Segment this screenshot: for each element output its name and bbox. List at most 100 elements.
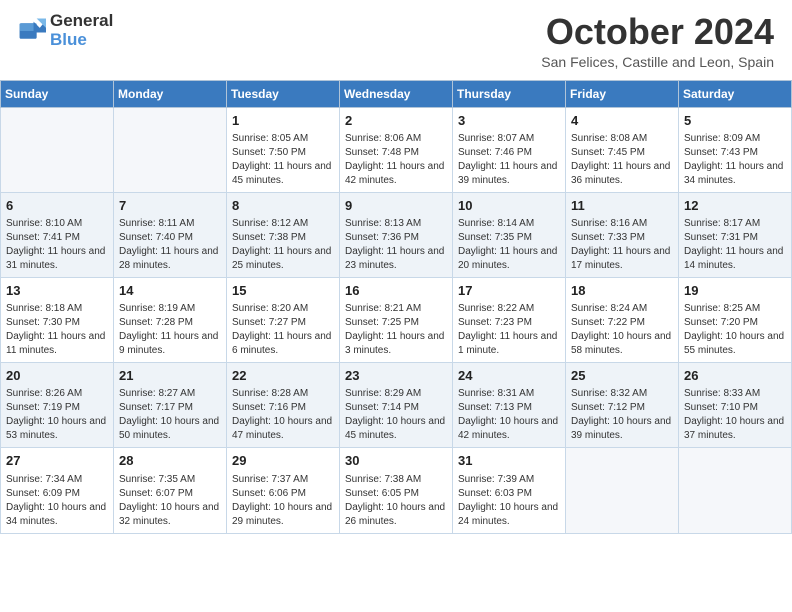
day-info: Sunrise: 8:19 AM Sunset: 7:28 PM Dayligh… <box>119 302 221 358</box>
calendar-cell: 30Sunrise: 7:38 AM Sunset: 6:05 PM Dayli… <box>340 448 453 533</box>
calendar-cell: 27 Sunrise: 7:34 AM Sunset: 6:09 PM Dayli… <box>1 448 114 533</box>
day-number: 17 <box>458 282 560 300</box>
day-info: Sunrise: 8:14 AM Sunset: 7:35 PM Dayligh… <box>458 217 560 273</box>
calendar-cell <box>679 448 792 533</box>
calendar-cell: 2 Sunrise: 8:06 AM Sunset: 7:48 PM Daylig… <box>340 107 453 192</box>
calendar-week-row: 20 Sunrise: 8:26 AM Sunset: 7:19 PM Dayli… <box>1 363 792 448</box>
weekday-header: Wednesday <box>340 80 453 107</box>
day-number: 16 <box>345 282 447 300</box>
day-info: Sunrise: 8:20 AM Sunset: 7:27 PM Dayligh… <box>232 302 334 358</box>
weekday-header: Tuesday <box>227 80 340 107</box>
day-info: Sunrise: 8:16 AM Sunset: 7:33 PM Dayligh… <box>571 217 673 273</box>
day-info: Sunrise: 7:39 AM Sunset: 6:03 PM Dayligh… <box>458 473 560 529</box>
day-info: Sunrise: 8:18 AM Sunset: 7:30 PM Dayligh… <box>6 302 108 358</box>
day-info: Sunrise: 8:24 AM Sunset: 7:22 PM Dayligh… <box>571 302 673 358</box>
title-block: October 2024 San Felices, Castille and L… <box>541 12 774 70</box>
day-info: Sunrise: 8:09 AM Sunset: 7:43 PM Dayligh… <box>684 132 786 188</box>
day-number: 29 <box>232 452 334 470</box>
logo-text: General Blue <box>50 12 113 49</box>
calendar-header-row: SundayMondayTuesdayWednesdayThursdayFrid… <box>1 80 792 107</box>
day-info: Sunrise: 8:22 AM Sunset: 7:23 PM Dayligh… <box>458 302 560 358</box>
calendar-cell <box>1 107 114 192</box>
calendar-cell: 16 Sunrise: 8:21 AM Sunset: 7:25 PM Dayli… <box>340 277 453 362</box>
day-info: Sunrise: 8:05 AM Sunset: 7:50 PM Dayligh… <box>232 132 334 188</box>
day-info: Sunrise: 8:28 AM Sunset: 7:16 PM Dayligh… <box>232 387 334 443</box>
day-info: Sunrise: 8:07 AM Sunset: 7:46 PM Dayligh… <box>458 132 560 188</box>
calendar-cell: 24 Sunrise: 8:31 AM Sunset: 7:13 PM Dayli… <box>453 363 566 448</box>
calendar-cell: 3 Sunrise: 8:07 AM Sunset: 7:46 PM Daylig… <box>453 107 566 192</box>
calendar-cell: 5 Sunrise: 8:09 AM Sunset: 7:43 PM Daylig… <box>679 107 792 192</box>
logo: General Blue <box>18 12 113 49</box>
day-number: 23 <box>345 367 447 385</box>
calendar-cell: 21Sunrise: 8:27 AM Sunset: 7:17 PM Dayli… <box>114 363 227 448</box>
day-info: Sunrise: 8:32 AM Sunset: 7:12 PM Dayligh… <box>571 387 673 443</box>
calendar-cell: 31 Sunrise: 7:39 AM Sunset: 6:03 PM Dayli… <box>453 448 566 533</box>
day-info: Sunrise: 8:13 AM Sunset: 7:36 PM Dayligh… <box>345 217 447 273</box>
day-info: Sunrise: 8:31 AM Sunset: 7:13 PM Dayligh… <box>458 387 560 443</box>
calendar-cell: 7Sunrise: 8:11 AM Sunset: 7:40 PM Daylig… <box>114 192 227 277</box>
calendar-cell: 15 Sunrise: 8:20 AM Sunset: 7:27 PM Dayli… <box>227 277 340 362</box>
calendar-week-row: 1Sunrise: 8:05 AM Sunset: 7:50 PM Daylig… <box>1 107 792 192</box>
weekday-header: Sunday <box>1 80 114 107</box>
day-number: 15 <box>232 282 334 300</box>
day-info: Sunrise: 7:38 AM Sunset: 6:05 PM Dayligh… <box>345 473 447 529</box>
calendar-cell <box>114 107 227 192</box>
calendar-cell: 12 Sunrise: 8:17 AM Sunset: 7:31 PM Dayli… <box>679 192 792 277</box>
day-number: 13 <box>6 282 108 300</box>
day-info: Sunrise: 8:06 AM Sunset: 7:48 PM Dayligh… <box>345 132 447 188</box>
day-number: 25 <box>571 367 673 385</box>
calendar-cell: 19Sunrise: 8:25 AM Sunset: 7:20 PM Dayli… <box>679 277 792 362</box>
weekday-header: Thursday <box>453 80 566 107</box>
day-info: Sunrise: 8:25 AM Sunset: 7:20 PM Dayligh… <box>684 302 786 358</box>
calendar-cell: 6 Sunrise: 8:10 AM Sunset: 7:41 PM Daylig… <box>1 192 114 277</box>
day-info: Sunrise: 8:33 AM Sunset: 7:10 PM Dayligh… <box>684 387 786 443</box>
calendar-cell: 20 Sunrise: 8:26 AM Sunset: 7:19 PM Dayli… <box>1 363 114 448</box>
day-number: 9 <box>345 197 447 215</box>
day-number: 20 <box>6 367 108 385</box>
day-number: 8 <box>232 197 334 215</box>
day-number: 12 <box>684 197 786 215</box>
page-header: General Blue October 2024 San Felices, C… <box>0 0 792 74</box>
calendar-cell: 10Sunrise: 8:14 AM Sunset: 7:35 PM Dayli… <box>453 192 566 277</box>
day-info: Sunrise: 8:08 AM Sunset: 7:45 PM Dayligh… <box>571 132 673 188</box>
calendar-cell: 8 Sunrise: 8:12 AM Sunset: 7:38 PM Daylig… <box>227 192 340 277</box>
calendar-cell: 18 Sunrise: 8:24 AM Sunset: 7:22 PM Dayli… <box>566 277 679 362</box>
logo-icon <box>18 17 46 45</box>
calendar-table: SundayMondayTuesdayWednesdayThursdayFrid… <box>0 80 792 534</box>
calendar-cell: 22 Sunrise: 8:28 AM Sunset: 7:16 PM Dayli… <box>227 363 340 448</box>
day-number: 24 <box>458 367 560 385</box>
calendar-cell: 13 Sunrise: 8:18 AM Sunset: 7:30 PM Dayli… <box>1 277 114 362</box>
weekday-header: Saturday <box>679 80 792 107</box>
location-subtitle: San Felices, Castille and Leon, Spain <box>541 54 774 70</box>
calendar-cell: 26 Sunrise: 8:33 AM Sunset: 7:10 PM Dayli… <box>679 363 792 448</box>
day-number: 6 <box>6 197 108 215</box>
day-info: Sunrise: 8:26 AM Sunset: 7:19 PM Dayligh… <box>6 387 108 443</box>
day-info: Sunrise: 8:29 AM Sunset: 7:14 PM Dayligh… <box>345 387 447 443</box>
calendar-cell: 29 Sunrise: 7:37 AM Sunset: 6:06 PM Dayli… <box>227 448 340 533</box>
day-info: Sunrise: 7:37 AM Sunset: 6:06 PM Dayligh… <box>232 473 334 529</box>
calendar-cell: 9 Sunrise: 8:13 AM Sunset: 7:36 PM Daylig… <box>340 192 453 277</box>
day-info: Sunrise: 8:10 AM Sunset: 7:41 PM Dayligh… <box>6 217 108 273</box>
calendar-week-row: 6 Sunrise: 8:10 AM Sunset: 7:41 PM Daylig… <box>1 192 792 277</box>
day-number: 27 <box>6 452 108 470</box>
calendar-cell: 14Sunrise: 8:19 AM Sunset: 7:28 PM Dayli… <box>114 277 227 362</box>
day-number: 26 <box>684 367 786 385</box>
day-info: Sunrise: 8:12 AM Sunset: 7:38 PM Dayligh… <box>232 217 334 273</box>
day-number: 18 <box>571 282 673 300</box>
day-info: Sunrise: 7:34 AM Sunset: 6:09 PM Dayligh… <box>6 473 108 529</box>
day-info: Sunrise: 7:35 AM Sunset: 6:07 PM Dayligh… <box>119 473 221 529</box>
day-number: 22 <box>232 367 334 385</box>
calendar-week-row: 27 Sunrise: 7:34 AM Sunset: 6:09 PM Dayli… <box>1 448 792 533</box>
day-info: Sunrise: 8:21 AM Sunset: 7:25 PM Dayligh… <box>345 302 447 358</box>
calendar-cell: 23 Sunrise: 8:29 AM Sunset: 7:14 PM Dayli… <box>340 363 453 448</box>
day-number: 5 <box>684 112 786 130</box>
day-number: 4 <box>571 112 673 130</box>
calendar-week-row: 13 Sunrise: 8:18 AM Sunset: 7:30 PM Dayli… <box>1 277 792 362</box>
month-title: October 2024 <box>541 12 774 52</box>
day-number: 3 <box>458 112 560 130</box>
day-info: Sunrise: 8:17 AM Sunset: 7:31 PM Dayligh… <box>684 217 786 273</box>
day-number: 2 <box>345 112 447 130</box>
calendar-cell: 11Sunrise: 8:16 AM Sunset: 7:33 PM Dayli… <box>566 192 679 277</box>
day-number: 31 <box>458 452 560 470</box>
day-number: 28 <box>119 452 221 470</box>
